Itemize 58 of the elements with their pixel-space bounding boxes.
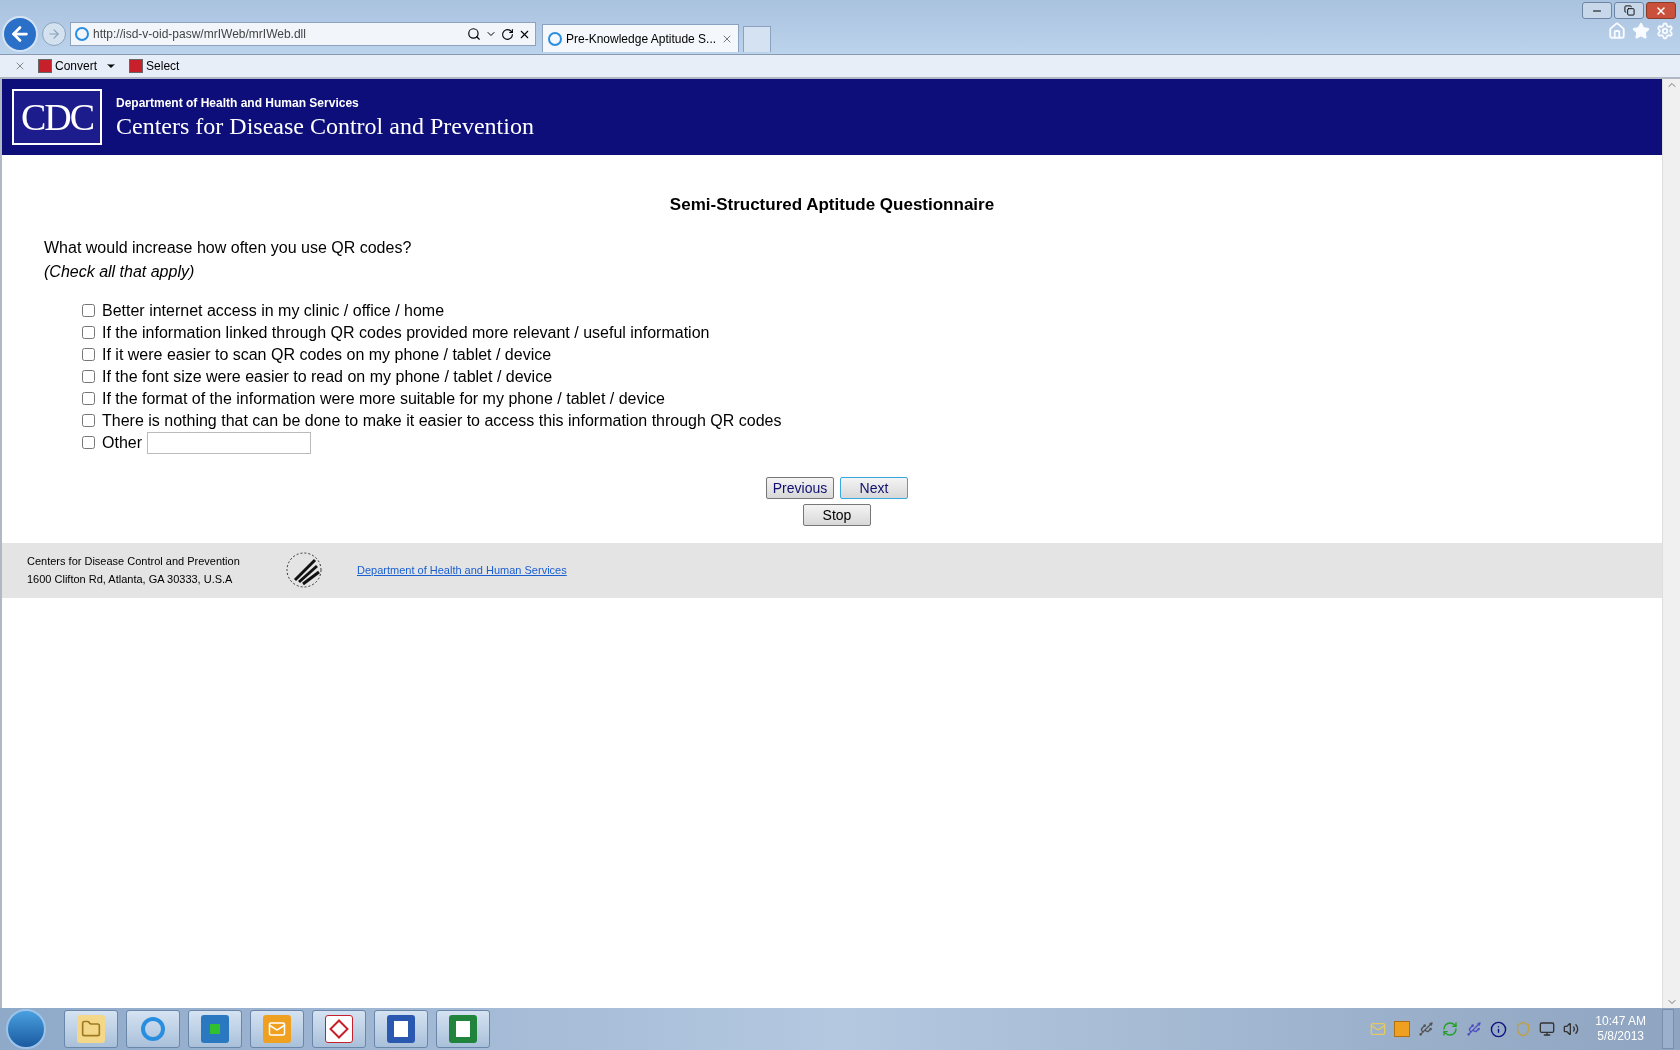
address-bar[interactable]: http://isd-v-oid-pasw/mrIWeb/mrIWeb.dll [70,22,536,46]
checkbox[interactable] [82,392,95,405]
close-button[interactable] [1646,2,1676,19]
option-label[interactable]: If the information linked through QR codes provided more relevant / useful information [102,320,710,345]
usb-icon[interactable] [1418,1021,1435,1037]
option-label[interactable]: Other [102,430,142,455]
browser-tab[interactable]: Pre-Knowledge Aptitude S... [542,24,739,52]
document-app-icon[interactable] [374,1010,428,1048]
search-icon[interactable] [467,27,481,41]
survey-title: Semi-Structured Aptitude Questionnaire [669,194,995,216]
checkbox[interactable] [82,348,95,361]
cdc-logo: CDC [12,89,102,145]
restore-button[interactable] [1614,2,1644,19]
new-tab-button[interactable] [743,26,771,52]
footer-text: Centers for Disease Control and Prevention [27,554,241,569]
checkbox[interactable] [82,414,95,427]
checkbox[interactable] [82,436,95,449]
option-label[interactable]: If it were easier to scan QR codes on my phone / tablet / device [102,342,552,367]
back-button[interactable] [2,16,38,52]
forward-button[interactable] [42,22,66,46]
footer-link[interactable]: Department of Health and Human Services [357,561,567,579]
info-icon[interactable] [1490,1020,1508,1038]
page-icon [75,27,89,41]
nav-button[interactable]: Previous [766,476,834,499]
browser-icon[interactable] [126,1010,180,1048]
agency-name: Centers for Disease Control and Prevention [116,112,534,140]
footer-text: 1600 Clifton Rd, Atlanta, GA 30333, U.S.A [27,572,234,587]
minimize-button[interactable] [1582,2,1612,19]
refresh-icon[interactable] [501,27,514,41]
toolbar-button[interactable]: Convert [38,57,98,75]
close-icon [1655,4,1667,17]
checkbox[interactable] [82,326,95,339]
restore-icon [1623,5,1635,16]
page-icon [548,31,562,46]
folder-icon[interactable] [64,1010,118,1048]
clock-time: 10:47 AM [1595,1014,1646,1029]
mail-app-icon[interactable] [250,1010,304,1048]
start-button[interactable] [6,1009,46,1049]
toolbar-button[interactable]: Select [129,57,180,75]
checkbox[interactable] [82,370,95,383]
department-name: Department of Health and Human Services [116,95,360,112]
other-input-field[interactable] [147,431,311,454]
clock-date: 5/8/2013 [1597,1029,1644,1044]
question-text: What would increase how often you use QR codes? [44,237,413,258]
volume-icon[interactable] [1563,1021,1580,1037]
close-icon[interactable] [14,60,26,72]
nav-button[interactable]: Next [840,476,908,499]
spreadsheet-app-icon[interactable] [436,1010,490,1048]
network-icon[interactable] [1539,1021,1556,1037]
option-label[interactable]: If the font size were easier to read on my phone / tablet / device [102,364,553,389]
option-label[interactable]: If the format of the information were more suitable for my phone / tablet / device [102,386,665,411]
pdf-app-icon[interactable] [312,1010,366,1048]
forward-arrow-icon [47,27,61,41]
option-label[interactable]: There is nothing that can be done to make it easier to access this information through QR codes [102,408,782,433]
stop-button[interactable]: Stop [803,503,871,526]
option-label[interactable]: Better internet access in my clinic / office / home [102,298,445,323]
checkbox[interactable] [82,304,95,317]
instruction-text: (Check all that apply) [44,261,196,282]
